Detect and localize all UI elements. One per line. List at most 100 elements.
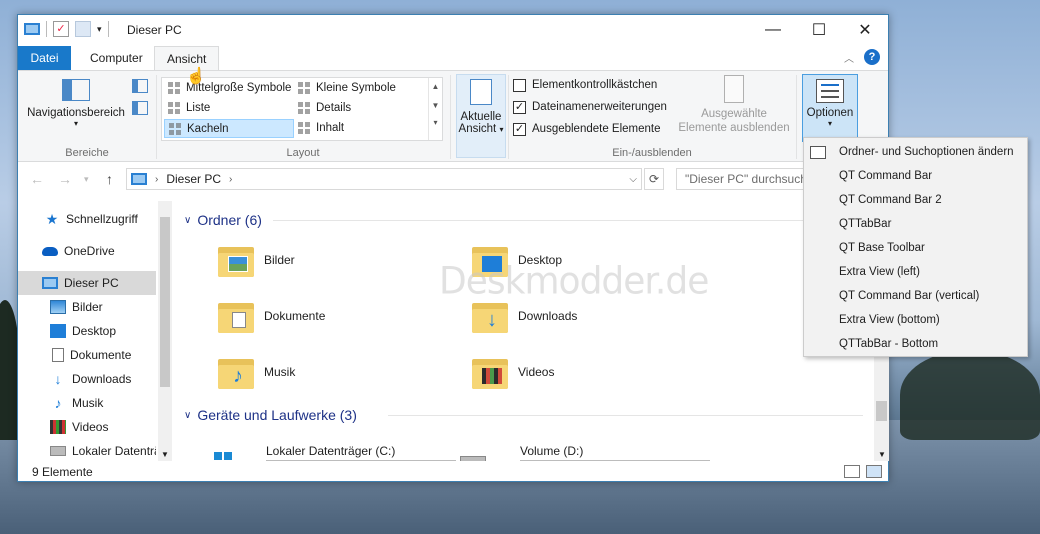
nav-item-local-disk[interactable]: Lokaler Datenträ bbox=[18, 439, 156, 463]
tab-file[interactable]: Datei bbox=[18, 46, 71, 70]
section-header-devices[interactable]: ∨ Geräte und Laufwerke (3) bbox=[184, 404, 357, 426]
nav-item-onedrive[interactable]: OneDrive bbox=[18, 239, 156, 263]
details-pane-icon[interactable] bbox=[132, 101, 148, 115]
scroll-down-icon[interactable]: ▼ bbox=[161, 450, 169, 459]
menu-item-qt-base-toolbar[interactable]: QT Base Toolbar bbox=[804, 236, 1027, 260]
breadcrumb-chevron-icon[interactable]: › bbox=[155, 174, 158, 185]
close-button[interactable]: ✕ bbox=[842, 15, 888, 45]
minimize-button[interactable]: — bbox=[750, 15, 796, 45]
new-folder-icon[interactable] bbox=[75, 21, 91, 37]
breadcrumb-dieser-pc[interactable]: Dieser PC bbox=[166, 172, 221, 186]
scroll-down-icon[interactable]: ▼ bbox=[429, 101, 442, 110]
navigation-pane-button[interactable]: Navigationsbereich ▾ bbox=[24, 79, 128, 128]
pictures-icon bbox=[50, 300, 66, 314]
menu-item-label: QT Command Bar 2 bbox=[839, 194, 942, 206]
separator bbox=[107, 21, 109, 37]
layout-details[interactable]: Details bbox=[294, 99, 424, 118]
menu-item-label: Extra View (bottom) bbox=[839, 314, 940, 326]
collapse-chevron-icon[interactable]: ∨ bbox=[184, 215, 191, 226]
customize-qat-chevron-icon[interactable]: ▾ bbox=[97, 24, 102, 35]
menu-item-qt-command-bar-2[interactable]: QT Command Bar 2 bbox=[804, 188, 1027, 212]
recent-locations-chevron-icon[interactable]: ▾ bbox=[84, 174, 89, 185]
nav-item-label: OneDrive bbox=[64, 244, 115, 258]
checkbox-file-extensions[interactable]: ✓ Dateinamenerweiterungen bbox=[513, 97, 667, 117]
checkbox-hidden-items[interactable]: ✓ Ausgeblendete Elemente bbox=[513, 119, 661, 139]
address-bar[interactable]: › Dieser PC › ⌵ bbox=[126, 168, 642, 190]
details-view-icon[interactable] bbox=[844, 465, 860, 478]
preview-pane-icon[interactable] bbox=[132, 79, 148, 93]
checkbox-checked[interactable]: ✓ bbox=[513, 100, 526, 114]
menu-item-qttabbar-bottom[interactable]: QTTabBar - Bottom bbox=[804, 332, 1027, 356]
maximize-button[interactable]: ☐ bbox=[796, 15, 842, 45]
menu-item-folder-options[interactable]: Ordner- und Suchoptionen ändern bbox=[804, 140, 1027, 164]
forward-arrow-icon[interactable]: → bbox=[58, 171, 72, 187]
navigation-pane-scrollbar[interactable]: ▼ bbox=[158, 201, 172, 461]
expand-gallery-icon[interactable]: ▾ bbox=[429, 118, 442, 127]
tab-computer[interactable]: Computer bbox=[78, 46, 155, 70]
collapse-chevron-icon[interactable]: ∨ bbox=[184, 410, 191, 421]
menu-item-qt-command-bar-vertical[interactable]: QT Command Bar (vertical) bbox=[804, 284, 1027, 308]
current-view-label-2: Ansicht ▾ bbox=[458, 123, 504, 135]
layout-item-label: Details bbox=[316, 102, 352, 114]
scrollbar-thumb[interactable] bbox=[876, 401, 887, 421]
back-arrow-icon[interactable]: ← bbox=[30, 171, 44, 187]
nav-item-label: Dieser PC bbox=[64, 276, 119, 290]
layout-content[interactable]: Inhalt bbox=[294, 119, 424, 138]
folder-tile-music[interactable]: ♪ Musik bbox=[218, 348, 468, 396]
scrollbar-thumb[interactable] bbox=[160, 217, 170, 387]
drive-tile-d[interactable]: Volume (D:) bbox=[450, 444, 710, 461]
status-bar: 9 Elemente bbox=[18, 463, 888, 482]
hide-selected-button[interactable]: Ausgewählte Elemente ausblenden bbox=[678, 75, 790, 135]
refresh-button[interactable]: ⟳ bbox=[644, 168, 664, 190]
menu-item-extra-view-left[interactable]: Extra View (left) bbox=[804, 260, 1027, 284]
nav-item-videos[interactable]: Videos bbox=[18, 415, 156, 439]
layout-list[interactable]: Liste bbox=[164, 99, 294, 118]
separator bbox=[46, 21, 47, 37]
properties-icon[interactable]: ✓ bbox=[53, 21, 69, 37]
tree-silhouette bbox=[900, 350, 1040, 440]
scroll-up-icon[interactable]: ▲ bbox=[429, 82, 442, 91]
collapse-ribbon-chevron-icon[interactable]: ︿ bbox=[844, 50, 854, 65]
menu-item-extra-view-bottom[interactable]: Extra View (bottom) bbox=[804, 308, 1027, 332]
drive-tile-c[interactable]: Lokaler Datenträger (C:) bbox=[196, 444, 456, 461]
menu-item-qt-command-bar[interactable]: QT Command Bar bbox=[804, 164, 1027, 188]
nav-item-documents[interactable]: Dokumente bbox=[18, 343, 156, 367]
hide-selected-icon bbox=[724, 75, 744, 103]
nav-item-label: Lokaler Datenträ bbox=[72, 444, 156, 458]
nav-item-music[interactable]: ♪ Musik bbox=[18, 391, 156, 415]
navigation-pane: ★ Schnellzugriff OneDrive Dieser PC Bilde… bbox=[18, 201, 172, 461]
checkbox-checked[interactable]: ✓ bbox=[513, 122, 526, 136]
menu-item-qttabbar[interactable]: QTTabBar bbox=[804, 212, 1027, 236]
checkbox-unchecked[interactable] bbox=[513, 78, 526, 92]
nav-item-pictures[interactable]: Bilder bbox=[18, 295, 156, 319]
nav-item-quick-access[interactable]: ★ Schnellzugriff bbox=[18, 207, 156, 231]
layout-medium-icons[interactable]: Mittelgroße Symbole bbox=[164, 79, 294, 98]
checkbox-item-checkboxes[interactable]: Elementkontrollkästchen bbox=[513, 75, 657, 95]
section-header-folders[interactable]: ∨ Ordner (6) bbox=[184, 209, 262, 231]
folder-tile-documents[interactable]: Dokumente bbox=[218, 292, 468, 340]
nav-item-desktop[interactable]: Desktop bbox=[18, 319, 156, 343]
layout-tiles[interactable]: Kacheln bbox=[164, 119, 294, 138]
current-view-label-1: Aktuelle bbox=[460, 111, 502, 123]
scroll-down-icon[interactable]: ▼ bbox=[878, 450, 886, 459]
address-dropdown-chevron-icon[interactable]: ⌵ bbox=[629, 174, 637, 185]
folder-tile-videos[interactable]: Videos bbox=[472, 348, 722, 396]
folder-tile-pictures[interactable]: Bilder bbox=[218, 236, 468, 284]
large-icons-view-icon[interactable] bbox=[866, 465, 882, 478]
folder-label: Bilder bbox=[264, 253, 295, 267]
layout-gallery-scroll[interactable]: ▲ ▼ ▾ bbox=[428, 78, 442, 140]
star-icon: ★ bbox=[45, 211, 59, 227]
nav-item-downloads[interactable]: ↓ Downloads bbox=[18, 367, 156, 391]
menu-item-label: QT Command Bar bbox=[839, 170, 933, 182]
current-view-button[interactable]: Aktuelle Ansicht ▾ bbox=[456, 74, 506, 158]
drive-usage-bar bbox=[520, 460, 710, 461]
nav-item-this-pc[interactable]: Dieser PC bbox=[18, 271, 156, 295]
item-count: 9 Elemente bbox=[32, 465, 93, 479]
menu-item-label: QTTabBar bbox=[839, 218, 892, 230]
help-icon[interactable]: ? bbox=[864, 49, 880, 65]
drive-icon bbox=[50, 446, 66, 456]
up-arrow-icon[interactable]: ↑ bbox=[106, 171, 113, 187]
options-button[interactable]: Optionen ▾ bbox=[802, 74, 858, 142]
breadcrumb-chevron-icon[interactable]: › bbox=[229, 174, 232, 185]
layout-small-icons[interactable]: Kleine Symbole bbox=[294, 79, 424, 98]
